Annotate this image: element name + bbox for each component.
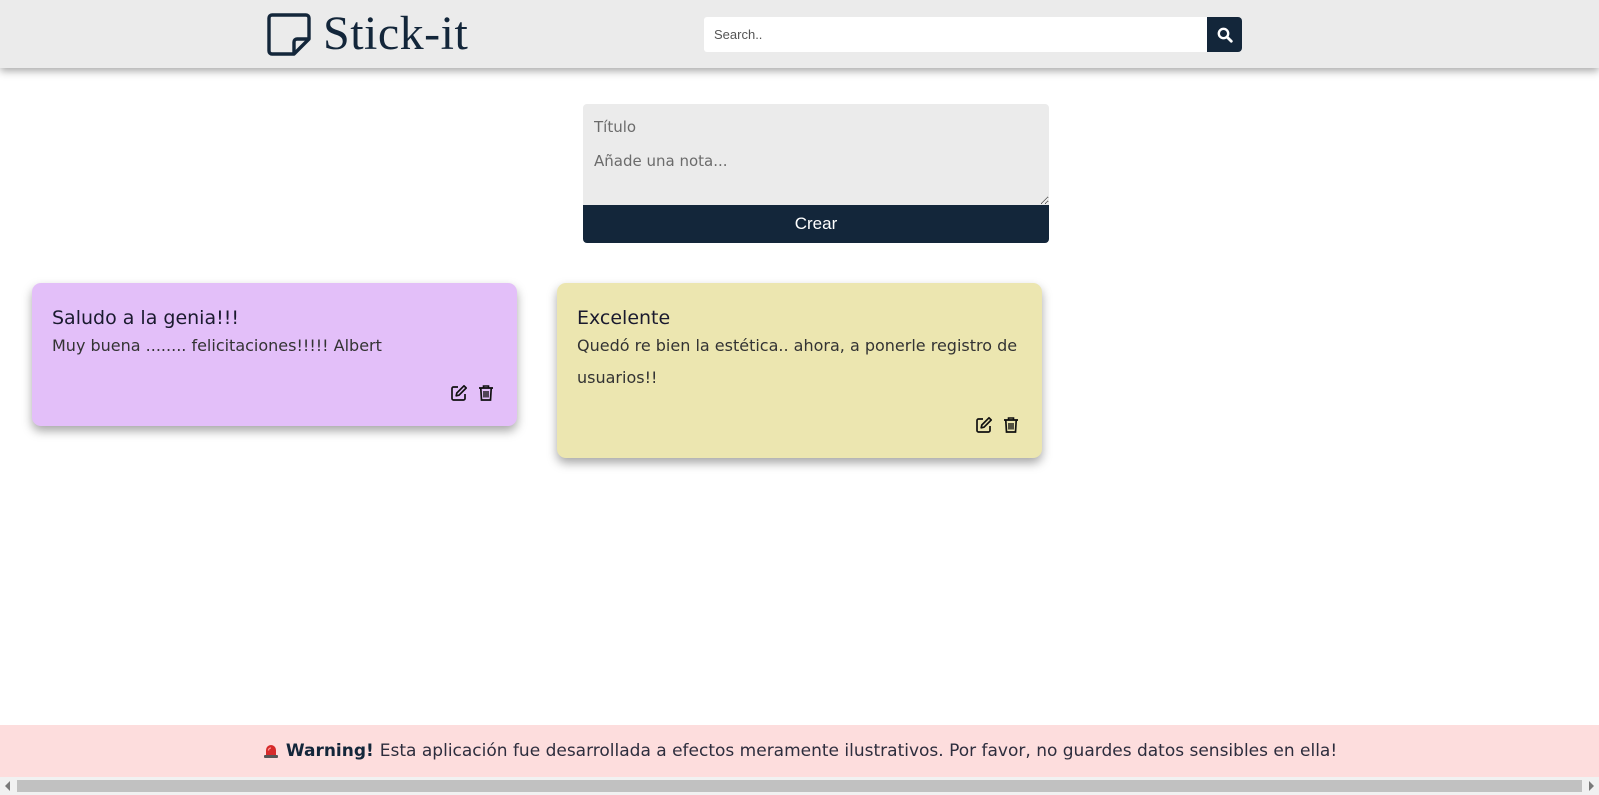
horizontal-scrollbar[interactable] <box>0 777 1599 795</box>
note-card: Excelente Quedó re bien la estética.. ah… <box>557 283 1042 458</box>
note-card: Saludo a la genia!!! Muy buena ........ … <box>32 283 517 426</box>
note-body: Quedó re bien la estética.. ahora, a pon… <box>577 336 1018 387</box>
warning-banner: Warning! Esta aplicación fue desarrollad… <box>0 725 1599 777</box>
note-actions <box>975 416 1020 434</box>
app-logo[interactable]: Stick-it <box>267 7 469 60</box>
page: Stick-it Crear Saludo a la genia!!! Muy … <box>0 0 1599 795</box>
trash-icon[interactable] <box>1002 416 1020 434</box>
note-actions <box>450 384 495 402</box>
top-navbar: Stick-it <box>0 0 1599 68</box>
scroll-right-icon[interactable] <box>1589 781 1594 791</box>
trash-icon[interactable] <box>477 384 495 402</box>
note-title: Excelente <box>577 307 671 329</box>
note-content-input[interactable] <box>583 142 1049 205</box>
app-title: Stick-it <box>323 7 469 60</box>
search-button[interactable] <box>1207 17 1242 52</box>
search-icon <box>1217 27 1233 43</box>
sticky-note-icon <box>267 13 311 56</box>
note-title: Saludo a la genia!!! <box>52 307 239 329</box>
note-title-input[interactable] <box>583 104 1049 142</box>
search-bar <box>704 17 1242 52</box>
edit-icon[interactable] <box>975 416 993 434</box>
create-note-button[interactable]: Crear <box>583 205 1049 243</box>
scrollbar-thumb[interactable] <box>17 780 1582 792</box>
note-body: Muy buena ........ felicitaciones!!!!! A… <box>52 336 382 355</box>
edit-icon[interactable] <box>450 384 468 402</box>
search-input[interactable] <box>704 17 1207 52</box>
scroll-left-icon[interactable] <box>5 781 10 791</box>
create-note-form: Crear <box>583 104 1049 243</box>
warning-label: Warning! <box>285 741 374 761</box>
siren-icon <box>263 745 278 758</box>
warning-text: Esta aplicación fue desarrollada a efect… <box>379 741 1338 761</box>
